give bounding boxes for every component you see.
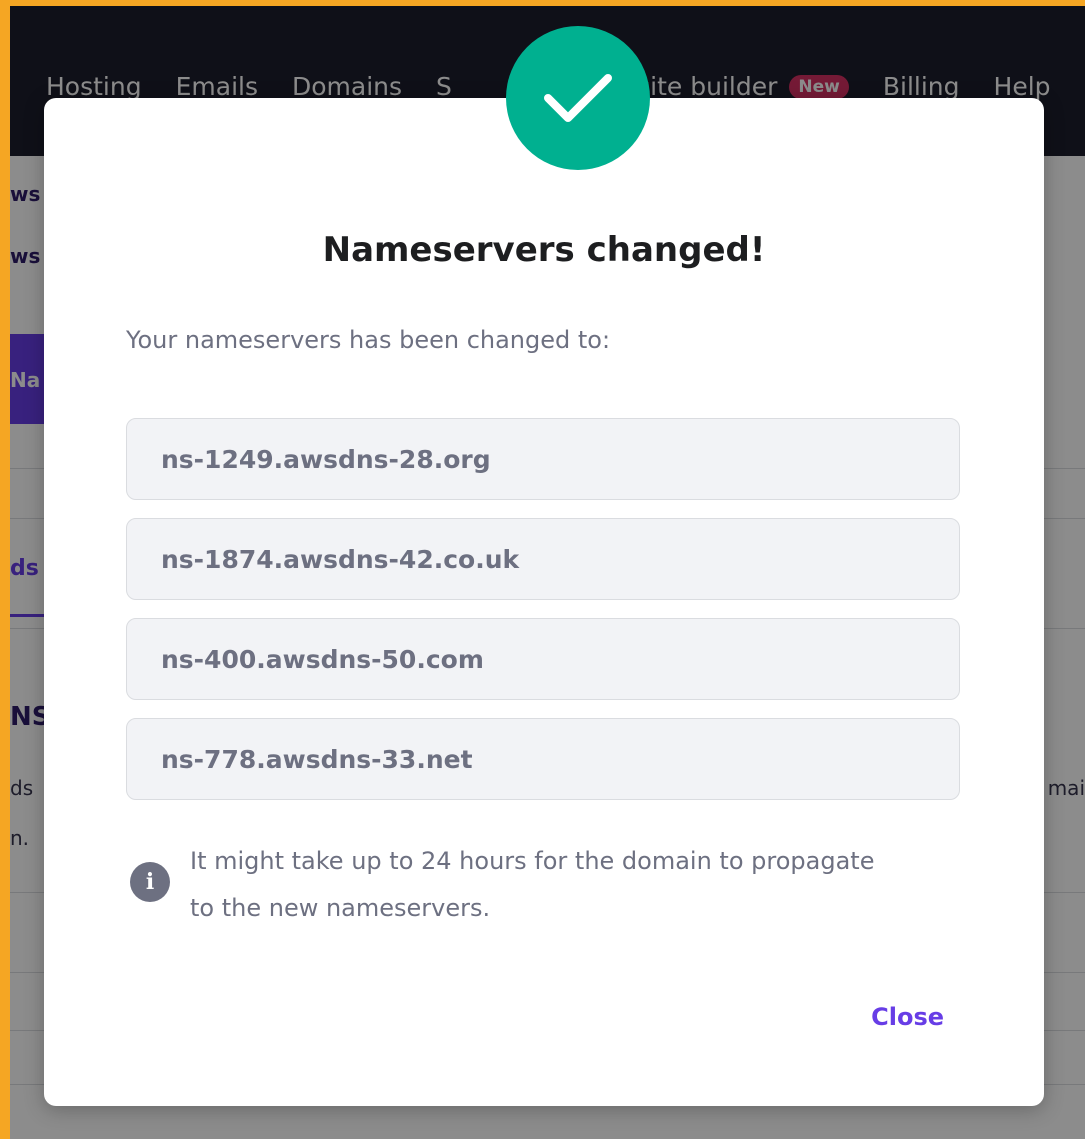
dialog-subtitle: Your nameservers has been changed to: [126, 326, 611, 354]
checkmark-icon [506, 26, 650, 170]
dialog-title: Nameservers changed! [322, 230, 766, 270]
screenshot-frame: Hosting Emails Domains S ebsite builder … [0, 0, 1085, 1139]
nameserver-field[interactable]: ns-778.awsdns-33.net [126, 718, 960, 800]
close-button[interactable]: Close [871, 1003, 944, 1031]
checkmark-glyph [544, 74, 612, 122]
info-icon: i [130, 862, 170, 902]
nameserver-field[interactable]: ns-1874.awsdns-42.co.uk [126, 518, 960, 600]
notice-line-2: to the new nameservers. [190, 894, 491, 922]
nameserver-field[interactable]: ns-1249.awsdns-28.org [126, 418, 960, 500]
nameservers-changed-dialog: Nameservers changed! Your nameservers ha… [44, 26, 1044, 1106]
propagation-notice-text: It might take up to 24 hours for the dom… [190, 838, 970, 932]
nameserver-field[interactable]: ns-400.awsdns-50.com [126, 618, 960, 700]
notice-line-1: It might take up to 24 hours for the dom… [190, 847, 875, 875]
